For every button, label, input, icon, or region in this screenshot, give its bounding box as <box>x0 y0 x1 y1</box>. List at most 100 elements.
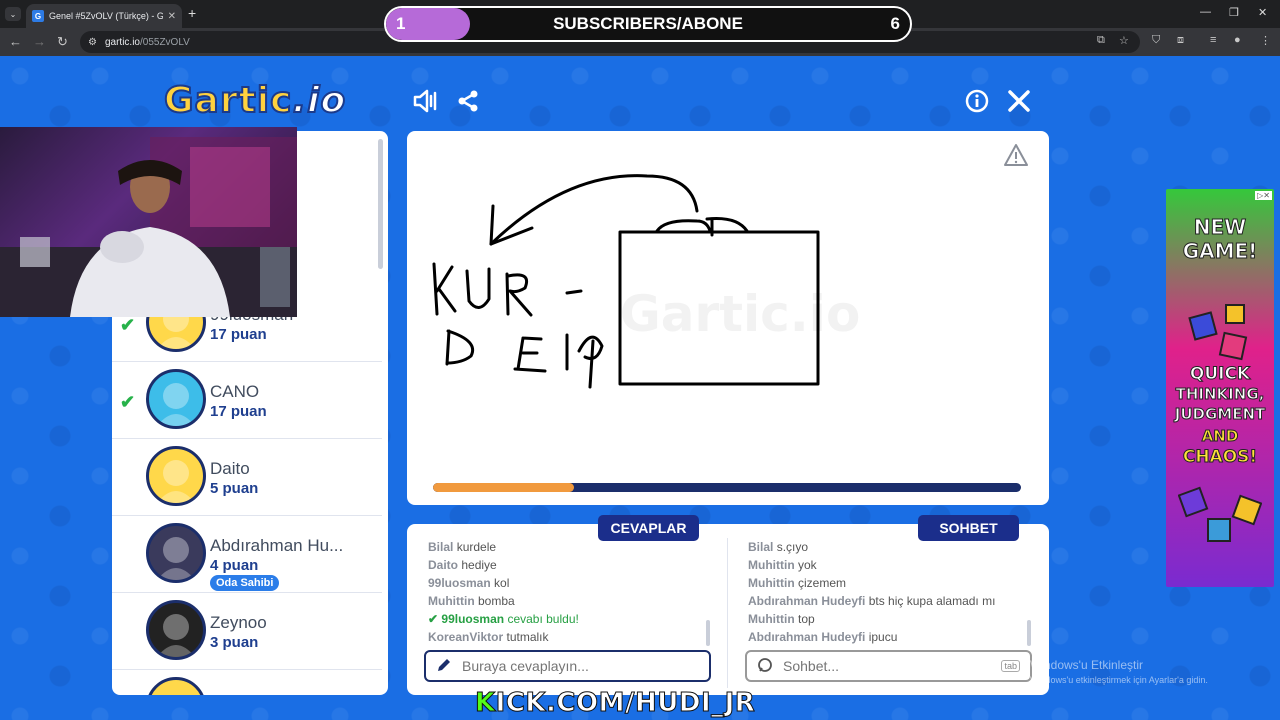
media-icon[interactable]: ≡ <box>1210 34 1216 46</box>
round-timer-fill <box>433 483 575 492</box>
ad-line-7: CHAOS! <box>1182 447 1258 468</box>
message-text: bts hiç kupa alamadı mı <box>868 594 996 608</box>
message-author: Muhittin <box>748 558 795 572</box>
subscriber-label: SUBSCRIBERS/ABONE <box>553 14 743 33</box>
close-window-icon[interactable]: ✕ <box>1258 6 1267 19</box>
message-text: çizemem <box>798 576 847 590</box>
chat-message: Muhittin yok <box>748 556 1038 574</box>
chat-message: Daito hediye <box>428 556 718 574</box>
extensions-icon[interactable]: ⧈ <box>1177 34 1184 47</box>
player-avatar[interactable] <box>146 523 206 583</box>
player-score: 3 puan <box>210 634 259 651</box>
message-author: Abdırahman Hudeyfi <box>748 594 866 608</box>
chat-message: Abdırahman Hudeyfi bts hiç kupa alamadı … <box>748 592 1038 610</box>
room-owner-badge: Oda Sahibi <box>210 575 280 591</box>
site-info-icon[interactable]: ⚙ <box>88 37 97 48</box>
player-row[interactable]: ✔ CANO 17 puan <box>112 362 382 439</box>
player-score: 17 puan <box>210 326 267 343</box>
pencil-icon <box>436 657 452 676</box>
bookmark-star-icon[interactable]: ☆ <box>1119 34 1129 47</box>
tab-key-hint: tab <box>1001 660 1020 672</box>
ad-close-icon[interactable]: ▷✕ <box>1255 191 1272 200</box>
ad-line-5: JUDGMENT <box>1174 405 1266 424</box>
answer-input-box[interactable] <box>424 650 711 682</box>
chat-message: Bilal s.çıyo <box>748 538 1038 556</box>
chat-divider <box>727 538 728 688</box>
activation-title: Windows'u Etkinleştir <box>1030 658 1143 672</box>
chat-scrollbar[interactable] <box>1027 620 1031 646</box>
menu-dots-icon[interactable]: ⋮ <box>1260 34 1271 47</box>
drawing-canvas[interactable]: Gartic.io <box>407 131 1049 505</box>
reload-icon[interactable]: ↻ <box>57 34 68 50</box>
player-name: Abdırahman Hu... <box>210 536 344 555</box>
url-path: /055ZvOLV <box>139 36 190 48</box>
player-avatar[interactable] <box>146 677 206 695</box>
message-author: Daito <box>428 558 458 572</box>
chat-message: 99luosman kol <box>428 574 718 592</box>
message-author: 99luosman <box>428 576 491 590</box>
activation-hint: Windows'u etkinleştirmek için Ayarlar'a … <box>1030 675 1208 685</box>
chat-message: Muhittin bomba <box>428 592 718 610</box>
message-author: Muhittin <box>748 612 795 626</box>
player-avatar[interactable] <box>146 369 206 429</box>
sound-icon[interactable] <box>412 88 440 120</box>
forward-icon[interactable]: → <box>33 34 46 49</box>
advertisement[interactable]: ▷✕ NEW GAME! QUICK THINKING, JUDGMENT AN… <box>1166 189 1274 587</box>
subscriber-goal: 6 <box>890 14 900 33</box>
tab-close-icon[interactable]: ✕ <box>168 11 176 22</box>
maximize-icon[interactable]: ❐ <box>1229 6 1239 19</box>
player-name: Daito <box>210 459 250 478</box>
browser-tab[interactable]: G Genel #5ZvOLV (Türkçe) - G ✕ <box>26 4 182 28</box>
message-author: Abdırahman Hudeyfi <box>748 630 866 644</box>
player-avatar[interactable] <box>146 600 206 660</box>
minimize-icon[interactable]: — <box>1200 6 1211 18</box>
player-score: 5 puan <box>210 480 259 497</box>
player-name: Zeynoo <box>210 613 267 632</box>
guessed-check-icon: ✔ <box>120 392 136 412</box>
player-row[interactable]: Daito 5 puan <box>112 439 382 516</box>
chat-input-box[interactable]: tab <box>745 650 1032 682</box>
ad-line-1: NEW <box>1193 215 1247 240</box>
profile-avatar[interactable]: ● <box>1234 34 1241 46</box>
message-author: Muhittin <box>428 594 475 608</box>
message-author: Bilal <box>428 540 454 554</box>
chat-input[interactable] <box>783 658 992 674</box>
answer-input[interactable] <box>462 658 699 674</box>
message-text: hediye <box>461 558 497 572</box>
new-tab-button[interactable]: + <box>188 5 196 21</box>
player-avatar[interactable] <box>146 446 206 506</box>
player-row-partial[interactable] <box>112 670 382 695</box>
ad-line-4: THINKING, <box>1175 385 1265 404</box>
favicon-icon: G <box>32 10 44 22</box>
kick-url: ICK.COM/HUDI_JR <box>495 688 756 719</box>
message-text: bomba <box>478 594 515 608</box>
message-text: ipucu <box>868 630 898 644</box>
player-row[interactable]: Abdırahman Hu... 4 puan Oda Sahibi <box>112 516 382 593</box>
message-text: kol <box>494 576 510 590</box>
message-text: tutmalık <box>506 630 549 644</box>
ad-game-icons-bottom <box>1177 485 1263 555</box>
answers-scrollbar[interactable] <box>706 620 710 646</box>
message-text: s.çıyo <box>776 540 809 554</box>
ad-game-icons <box>1186 299 1256 369</box>
share-icon[interactable] <box>456 89 480 119</box>
close-game-icon[interactable] <box>1007 89 1031 119</box>
info-icon[interactable] <box>965 89 989 119</box>
kick-channel-banner: KICK.COM/HUDI_JR <box>475 688 756 719</box>
tab-search-button[interactable]: ⌄ <box>5 7 21 21</box>
message-author: 99luosman <box>441 612 505 626</box>
chat-message: Bilal kurdele <box>428 538 718 556</box>
player-row[interactable]: Zeynoo 3 puan <box>112 593 382 670</box>
install-icon[interactable]: ⧉ <box>1097 34 1105 47</box>
message-author: KoreanViktor <box>428 630 504 644</box>
message-author: Bilal <box>748 540 774 554</box>
ad-line-3: QUICK <box>1189 364 1251 385</box>
gartic-logo[interactable]: Gartic.io <box>163 79 346 122</box>
tab-title: Genel #5ZvOLV (Türkçe) - G <box>49 11 163 21</box>
back-icon[interactable]: ← <box>9 34 22 49</box>
chat-message: KoreanViktor tutmalık <box>428 628 718 646</box>
message-text: top <box>798 612 815 626</box>
shield-icon[interactable]: ⛉ <box>1152 34 1160 47</box>
players-scrollbar[interactable] <box>378 139 383 269</box>
round-timer-bar <box>433 483 1021 492</box>
